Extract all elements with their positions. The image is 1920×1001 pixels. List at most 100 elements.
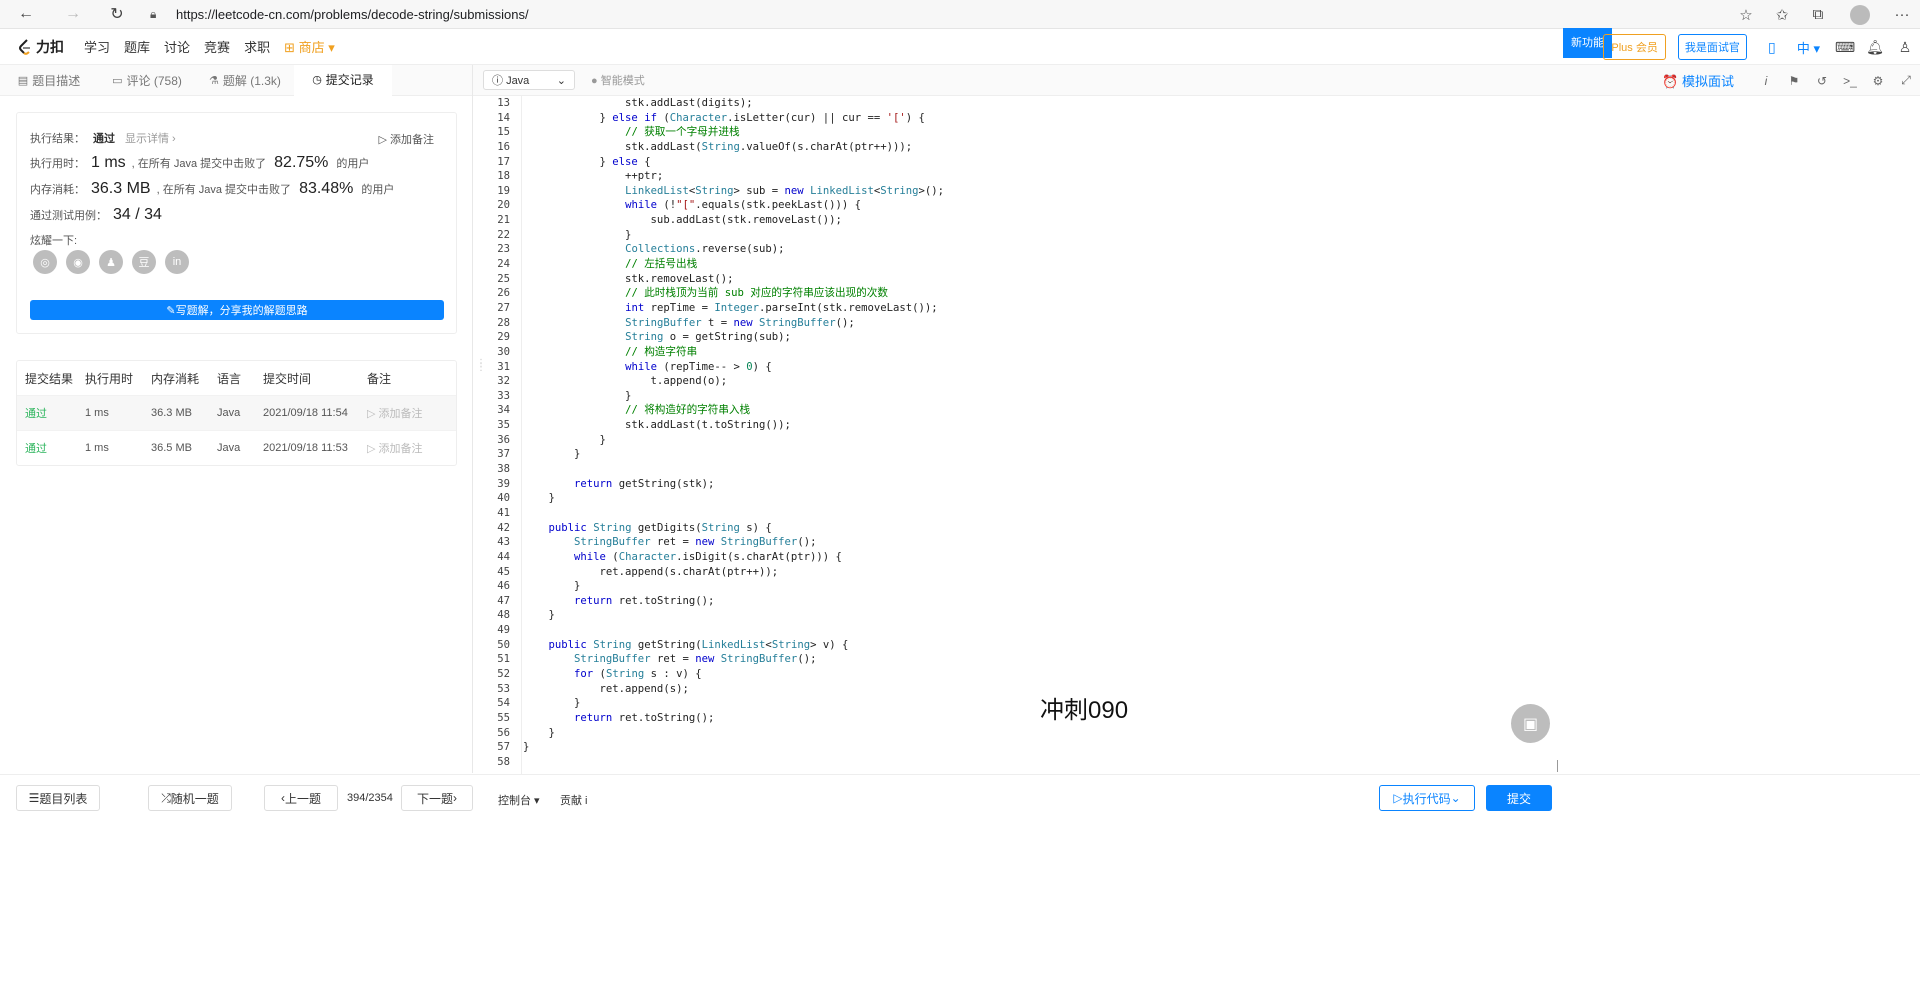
address-bar[interactable]: 🔒︎ https://leetcode-cn.com/problems/deco… [150, 2, 1750, 26]
code-line[interactable]: 31 while (repTime-- > 0) { [482, 360, 1920, 375]
code-line[interactable]: 23 Collections.reverse(sub); [482, 242, 1920, 257]
submit-button[interactable]: 提交 [1486, 785, 1552, 811]
code-line[interactable]: 42 public String getDigits(String s) { [482, 521, 1920, 536]
code-line[interactable]: 25 stk.removeLast(); [482, 272, 1920, 287]
code-line[interactable]: 16 stk.addLast(String.valueOf(s.charAt(p… [482, 140, 1920, 155]
code-line[interactable]: 45 ret.append(s.charAt(ptr++)); [482, 565, 1920, 580]
write-solution-button[interactable]: ✎ 写题解，分享我的解题思路 [30, 300, 444, 320]
menu-learn[interactable]: 学习 [84, 37, 110, 56]
forward-arrow-icon[interactable]: → [62, 3, 84, 25]
code-text[interactable]: while (repTime-- > 0) { [510, 360, 772, 375]
menu-discuss[interactable]: 讨论 [164, 37, 190, 56]
next-problem-button[interactable]: 下一题 › [401, 785, 473, 811]
row-add-note[interactable]: ▷ 添加备注 [367, 440, 447, 456]
code-line[interactable]: 22 } [482, 228, 1920, 243]
code-line[interactable]: 17 } else { [482, 155, 1920, 170]
code-text[interactable]: return getString(stk); [510, 477, 714, 492]
code-line[interactable]: 54 } [482, 696, 1920, 711]
code-text[interactable]: stk.addLast(t.toString()); [510, 418, 791, 433]
code-text[interactable]: while (!"[".equals(stk.peekLast())) { [510, 198, 861, 213]
reset-icon[interactable]: ↺ [1808, 74, 1836, 88]
qq-icon[interactable]: ♟ [99, 250, 123, 274]
code-line[interactable]: 28 StringBuffer t = new StringBuffer(); [482, 316, 1920, 331]
reload-icon[interactable]: ↻ [106, 3, 128, 25]
code-line[interactable]: 50 public String getString(LinkedList<St… [482, 638, 1920, 653]
code-text[interactable]: sub.addLast(stk.removeLast()); [510, 213, 842, 228]
console-toggle[interactable]: 控制台 ▾ [498, 792, 540, 808]
code-line[interactable]: 43 StringBuffer ret = new StringBuffer()… [482, 535, 1920, 550]
problem-list-button[interactable]: ☰ 题目列表 [16, 785, 100, 811]
code-line[interactable]: 46 } [482, 579, 1920, 594]
menu-store[interactable]: ⊞ 商店 ▾ [284, 37, 335, 56]
code-text[interactable]: public String getString(LinkedList<Strin… [510, 638, 849, 653]
code-line[interactable]: 29 String o = getString(sub); [482, 330, 1920, 345]
code-text[interactable] [510, 462, 523, 477]
code-line[interactable]: 26 // 此时栈顶为当前 sub 对应的字符串应该出现的次数 [482, 286, 1920, 301]
code-text[interactable]: ret.append(s.charAt(ptr++)); [510, 565, 779, 580]
scrollbar[interactable] [1557, 760, 1565, 772]
code-text[interactable]: t.append(o); [510, 374, 728, 389]
code-line[interactable]: 49 [482, 623, 1920, 638]
code-line[interactable]: 52 for (String s : v) { [482, 667, 1920, 682]
code-line[interactable]: 53 ret.append(s); [482, 682, 1920, 697]
code-text[interactable]: public String getDigits(String s) { [510, 521, 772, 536]
code-text[interactable] [510, 623, 523, 638]
menu-contest[interactable]: 竞赛 [204, 37, 230, 56]
mock-interview-button[interactable]: ⏰ 模拟面试 [1662, 71, 1734, 90]
code-text[interactable]: } [510, 579, 580, 594]
code-line[interactable]: 35 stk.addLast(t.toString()); [482, 418, 1920, 433]
site-logo[interactable]: 力扣 [18, 37, 64, 57]
code-line[interactable]: 39 return getString(stk); [482, 477, 1920, 492]
collections-icon[interactable]: ⧉ [1800, 6, 1836, 23]
code-text[interactable] [510, 506, 523, 521]
code-text[interactable]: } [510, 228, 631, 243]
code-text[interactable]: ++ptr; [510, 169, 663, 184]
code-line[interactable]: 51 StringBuffer ret = new StringBuffer()… [482, 652, 1920, 667]
code-line[interactable]: 44 while (Character.isDigit(s.charAt(ptr… [482, 550, 1920, 565]
fullscreen-icon[interactable]: ⤢ [1892, 73, 1920, 88]
interviewer-button[interactable]: 我是面试官 [1677, 34, 1747, 60]
code-text[interactable]: StringBuffer ret = new StringBuffer(); [510, 535, 816, 550]
code-line[interactable]: 56 } [482, 726, 1920, 741]
info-icon[interactable]: i [1752, 74, 1780, 88]
random-problem-button[interactable]: ⤮ 随机一题 [148, 785, 232, 811]
code-text[interactable]: // 构造字符串 [510, 345, 697, 360]
code-text[interactable]: return ret.toString(); [510, 594, 714, 609]
code-text[interactable]: stk.removeLast(); [510, 272, 733, 287]
back-arrow-icon[interactable]: ← [15, 3, 37, 25]
code-line[interactable]: 14 } else if (Character.isLetter(cur) ||… [482, 111, 1920, 126]
run-code-button[interactable]: ▷ 执行代码 ⌄ [1379, 785, 1475, 811]
code-text[interactable]: StringBuffer t = new StringBuffer(); [510, 316, 855, 331]
code-text[interactable]: // 将构造好的字符串入栈 [510, 403, 750, 418]
code-line[interactable]: 47 return ret.toString(); [482, 594, 1920, 609]
code-line[interactable]: 55 return ret.toString(); [482, 711, 1920, 726]
code-text[interactable] [510, 755, 523, 770]
code-line[interactable]: 18 ++ptr; [482, 169, 1920, 184]
favorites-list-icon[interactable]: ✩ [1764, 6, 1800, 24]
notes-float-icon[interactable]: ▣ [1511, 704, 1550, 743]
code-text[interactable]: } [510, 491, 555, 506]
code-line[interactable]: 58 [482, 755, 1920, 770]
tab-submissions[interactable]: ◷ 提交记录 [294, 65, 392, 96]
smart-mode-toggle[interactable]: ● 智能模式 [591, 72, 645, 88]
prev-problem-button[interactable]: ‹ 上一题 [264, 785, 338, 811]
code-line[interactable]: 27 int repTime = Integer.parseInt(stk.re… [482, 301, 1920, 316]
linkedin-icon[interactable]: in [165, 250, 189, 274]
code-line[interactable]: 34 // 将构造好的字符串入栈 [482, 403, 1920, 418]
show-details-link[interactable]: 显示详情 › [125, 130, 176, 146]
menu-jobs[interactable]: 求职 [244, 37, 270, 56]
plus-member-button[interactable]: Plus 会员 [1603, 34, 1666, 60]
code-text[interactable]: } [510, 696, 580, 711]
row-status[interactable]: 通过 [17, 440, 85, 456]
terminal-icon[interactable]: >_ [1836, 74, 1864, 88]
menu-problems[interactable]: 题库 [124, 37, 150, 56]
code-text[interactable]: ret.append(s); [510, 682, 689, 697]
code-line[interactable]: 36 } [482, 433, 1920, 448]
code-text[interactable]: } [510, 740, 529, 755]
code-text[interactable]: return ret.toString(); [510, 711, 714, 726]
code-line[interactable]: 13 stk.addLast(digits); [482, 96, 1920, 111]
user-avatar-icon[interactable]: ♙ [1890, 39, 1920, 56]
code-line[interactable]: 15 // 获取一个字母并进栈 [482, 125, 1920, 140]
playground-icon[interactable]: ⌨ [1830, 39, 1860, 56]
code-text[interactable]: stk.addLast(digits); [510, 96, 753, 111]
